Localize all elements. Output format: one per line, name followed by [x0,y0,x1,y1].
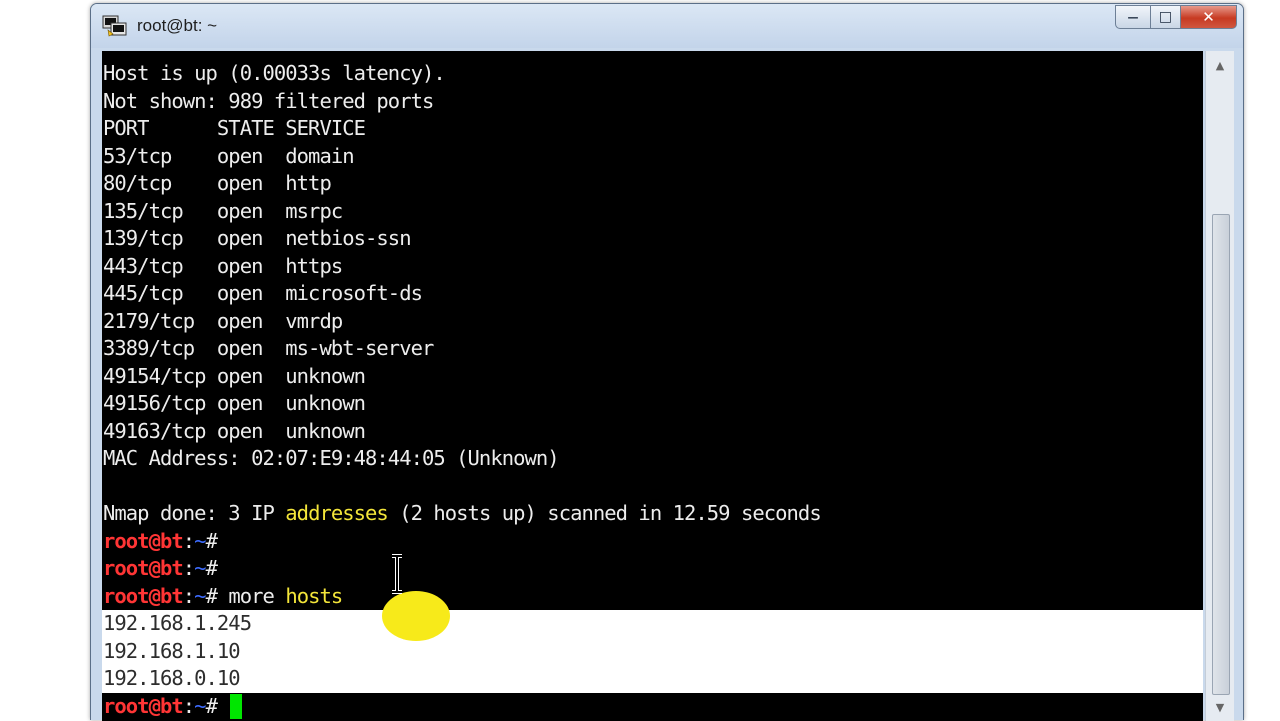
prompt-separator: : [182,556,195,580]
prompt-separator: : [182,528,195,553]
scroll-down-arrow-icon[interactable]: ▼ [1206,693,1234,721]
terminal-output: Host is up (0.00033s latency). Not shown… [102,60,1203,721]
minimize-icon: — [1127,10,1139,24]
desktop-left [0,0,92,720]
selected-output-line[interactable]: 192.168.1.245 [102,610,1203,638]
ibeam-cursor-icon [392,554,402,594]
terminal-line: Not shown: 989 filtered ports [103,88,434,113]
putty-terminal-icon[interactable] [102,14,128,38]
prompt-sign: # [205,583,218,608]
nmap-summary-line: Nmap done: 3 IP addresses (2 hosts up) s… [103,500,1203,528]
scroll-track[interactable] [1206,79,1234,695]
text-cursor [230,694,243,719]
prompt-separator: : [182,693,195,718]
terminal-line: 3389/tcp open ms-wbt-server [103,336,434,360]
summary-highlight: addresses [285,501,388,525]
selected-output-line[interactable]: 192.168.0.10 [102,665,1203,693]
minimize-button[interactable]: — [1115,5,1151,29]
scroll-thumb[interactable] [1212,214,1230,695]
terminal-line: PORT STATE SERVICE [103,116,366,140]
prompt-user: root@bt [103,556,184,580]
command-line: root@bt:~# more hosts [103,583,1203,611]
terminal-line: 139/tcp open netbios-ssn [103,226,412,250]
prompt-path: ~ [194,583,206,608]
active-prompt-line[interactable]: root@bt:~# [103,693,1203,721]
terminal-line: 49163/tcp open unknown [103,418,366,443]
prompt-path: ~ [194,556,206,580]
prompt-line: root@bt:~# [103,528,1203,556]
terminal-line: 135/tcp open msrpc [103,198,343,223]
terminal-line: 2179/tcp open vmrdp [103,308,343,333]
terminal-line: MAC Address: 02:07:E9:48:44:05 (Unknown) [103,446,560,470]
maximize-button[interactable]: □ [1151,5,1181,29]
maximize-icon: □ [1158,9,1173,25]
prompt-path: ~ [194,528,206,553]
terminal-line: Host is up (0.00033s latency). [103,61,446,85]
prompt-sign: # [205,556,218,580]
command-argument: hosts [285,583,343,608]
terminal-line: 53/tcp open domain [103,143,355,168]
prompt-user: root@bt [103,583,184,608]
close-button[interactable]: ✕ [1181,5,1237,29]
prompt-user: root@bt [103,693,184,718]
command-text: more [216,583,286,608]
window-title: root@bt: ~ [137,16,218,35]
vertical-scrollbar[interactable]: ▲ ▼ [1205,51,1234,721]
close-icon: ✕ [1202,8,1215,26]
terminal-line: 49156/tcp open unknown [103,391,366,415]
prompt-user: root@bt [103,528,184,553]
prompt-path: ~ [194,693,206,718]
desktop-right [1244,0,1280,720]
summary-text: Nmap done: 3 IP [103,501,286,525]
prompt-sign: # [205,693,218,718]
terminal-line: 443/tcp open https [103,253,343,278]
terminal-line: 445/tcp open microsoft-ds [103,281,423,305]
terminal-window: root@bt: ~ — □ ✕ Host is up (0.00033s la… [90,3,1244,721]
prompt-line: root@bt:~# [103,555,1203,583]
terminal-line: 80/tcp open http [103,171,332,195]
selected-output-line[interactable]: 192.168.1.10 [102,637,1203,665]
terminal-area[interactable]: Host is up (0.00033s latency). Not shown… [102,51,1203,721]
prompt-sign: # [205,528,218,553]
terminal-line: 49154/tcp open unknown [103,363,366,388]
caption-buttons: — □ ✕ [1115,5,1237,31]
summary-text: (2 hosts up) scanned in 12.59 seconds [387,501,821,525]
prompt-separator: : [182,583,195,608]
title-bar[interactable]: root@bt: ~ — □ ✕ [91,4,1243,48]
scroll-up-arrow-icon[interactable]: ▲ [1206,51,1234,79]
